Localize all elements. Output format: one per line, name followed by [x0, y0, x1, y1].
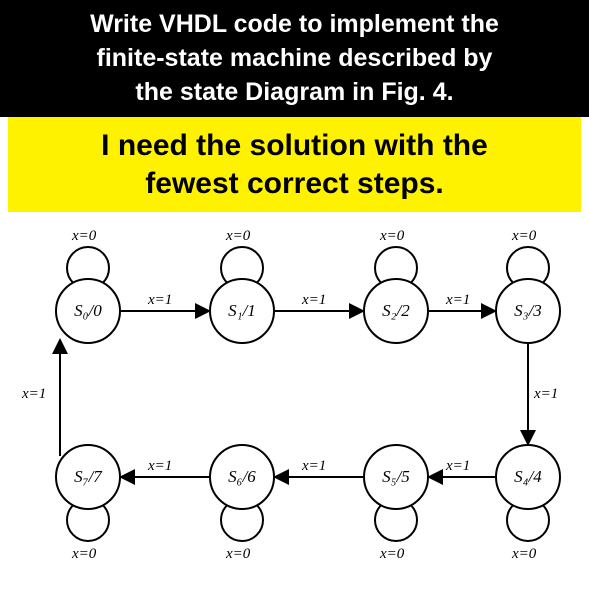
- edge-label: x=1: [148, 292, 172, 309]
- state-s7: S₇/7: [55, 444, 121, 510]
- edge-label: x=1: [22, 386, 46, 403]
- header-line: finite-state machine described by: [10, 42, 579, 76]
- state-s2: S₂/2: [363, 278, 429, 344]
- state-s1: S₁/1: [209, 278, 275, 344]
- edge-label: x=1: [302, 458, 326, 475]
- state-label: S₃/3: [514, 301, 542, 321]
- loop-label: x=0: [72, 228, 96, 245]
- header-line: Write VHDL code to implement the: [10, 8, 579, 42]
- loop-label: x=0: [512, 228, 536, 245]
- loop-label: x=0: [72, 546, 96, 563]
- state-s6: S₆/6: [209, 444, 275, 510]
- loop-label: x=0: [380, 546, 404, 563]
- state-s5: S₅/5: [363, 444, 429, 510]
- state-label: S₆/6: [228, 467, 256, 487]
- state-s3: S₃/3: [495, 278, 561, 344]
- loop-label: x=0: [226, 228, 250, 245]
- header-line: the state Diagram in Fig. 4.: [10, 76, 579, 110]
- edge-label: x=1: [534, 386, 558, 403]
- instruction-banner: I need the solution with the fewest corr…: [8, 117, 581, 212]
- state-s0: S₀/0: [55, 278, 121, 344]
- loop-label: x=0: [512, 546, 536, 563]
- state-label: S₄/4: [514, 467, 542, 487]
- sub-line: fewest correct steps.: [14, 165, 575, 203]
- edge-label: x=1: [302, 292, 326, 309]
- edge-label: x=1: [446, 458, 470, 475]
- loop-label: x=0: [380, 228, 404, 245]
- state-s4: S₄/4: [495, 444, 561, 510]
- edge-label: x=1: [148, 458, 172, 475]
- state-label: S₅/5: [382, 467, 410, 487]
- state-label: S₁/1: [228, 301, 256, 321]
- state-label: S₂/2: [382, 301, 410, 321]
- state-label: S₇/7: [74, 467, 102, 487]
- state-diagram: S₀/0 S₁/1 S₂/2 S₃/3 S₇/7 S₆/6 S₅/5 S₄/4 …: [0, 216, 589, 576]
- edge-label: x=1: [446, 292, 470, 309]
- loop-label: x=0: [226, 546, 250, 563]
- question-header: Write VHDL code to implement the finite-…: [0, 0, 589, 117]
- state-label: S₀/0: [74, 301, 102, 321]
- sub-line: I need the solution with the: [14, 127, 575, 165]
